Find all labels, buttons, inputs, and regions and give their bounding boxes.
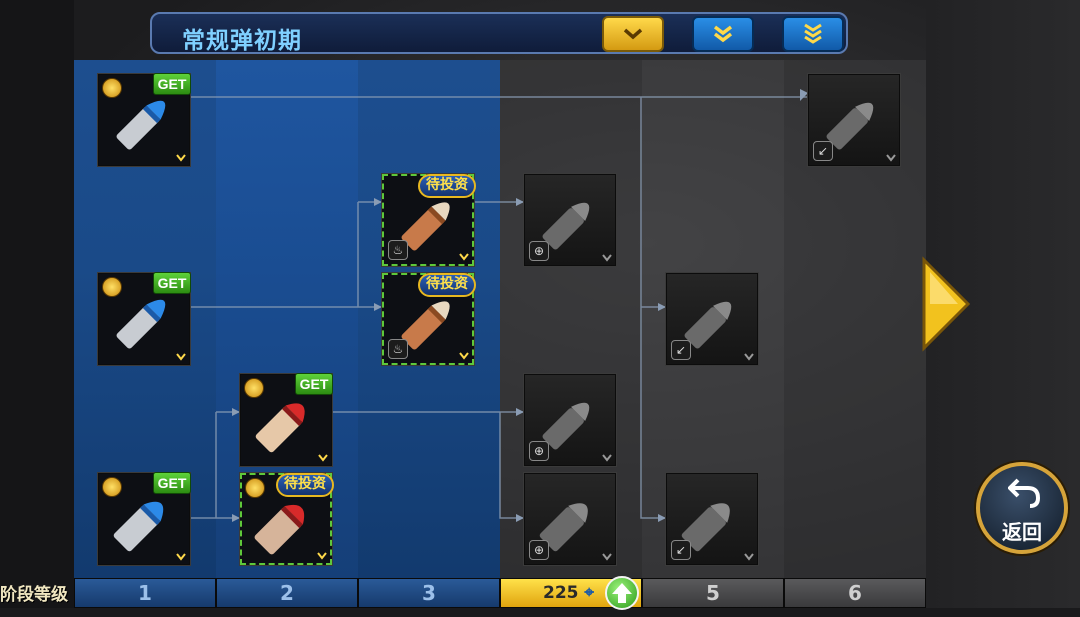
ricochet-icon: ↙ <box>671 340 691 360</box>
shell-node-3b[interactable]: 待投资 ♨ <box>382 273 476 365</box>
chevron-down-icon <box>602 553 612 561</box>
chevron-down-icon <box>886 154 896 162</box>
currency-icon: ⌖ <box>584 583 594 603</box>
shell-node-3a[interactable]: 待投资 ♨ <box>382 174 476 266</box>
chevron-down-icon <box>744 353 754 361</box>
tier-1-button[interactable] <box>602 16 664 52</box>
chevron-double-icon <box>713 25 733 43</box>
tier-3-button[interactable] <box>782 16 844 52</box>
get-badge: GET <box>153 272 191 294</box>
background-left <box>0 0 74 608</box>
next-page-arrow-icon[interactable] <box>920 256 972 352</box>
back-button-label: 返回 <box>1002 520 1042 544</box>
shell-node-1c[interactable]: GET <box>98 472 191 565</box>
stage-tab-4-upgrade[interactable]: 225 ⌖ <box>500 576 642 610</box>
header-bar: 常规弹初期 <box>150 12 848 54</box>
crosshair-icon: ⊕ <box>529 241 549 261</box>
stage-tab-5[interactable]: 5 <box>642 578 784 608</box>
crosshair-icon: ⊕ <box>529 441 549 461</box>
chevron-down-icon <box>459 352 469 360</box>
shell-node-2a[interactable]: GET <box>240 373 333 466</box>
return-arrow-icon <box>1008 478 1040 508</box>
shell-node-5a[interactable]: ↙ <box>666 273 758 365</box>
stage-tab-6[interactable]: 6 <box>784 578 926 608</box>
shell-node-1b[interactable]: GET <box>98 272 191 365</box>
stage-tab-2[interactable]: 2 <box>216 578 358 608</box>
rank-icon <box>244 378 264 398</box>
rank-icon <box>102 277 122 297</box>
pending-investment-badge: 待投资 <box>418 273 476 297</box>
chevron-triple-icon <box>804 23 822 44</box>
crosshair-icon: ⊕ <box>529 540 549 560</box>
upgrade-cost: 225 <box>543 583 579 603</box>
shell-node-4a[interactable]: ⊕ <box>524 174 616 266</box>
chevron-down-icon <box>744 553 754 561</box>
pending-investment-badge: 待投资 <box>276 473 334 497</box>
get-badge: GET <box>153 73 191 95</box>
chevron-down-icon <box>176 154 186 162</box>
shell-node-4c[interactable]: ⊕ <box>524 473 616 565</box>
chevron-down-icon <box>317 552 327 560</box>
fire-icon: ♨ <box>388 339 408 359</box>
chevron-down-icon <box>176 353 186 361</box>
stage-tab-3[interactable]: 3 <box>358 578 500 608</box>
stage-tab-1[interactable]: 1 <box>74 578 216 608</box>
chevron-down-icon <box>459 253 469 261</box>
chevron-single-icon <box>623 28 643 40</box>
ricochet-icon: ↙ <box>671 540 691 560</box>
ricochet-icon: ↙ <box>813 141 833 161</box>
rank-icon <box>102 78 122 98</box>
shell-node-2b[interactable]: 待投资 <box>240 473 334 565</box>
tier-2-button[interactable] <box>692 16 754 52</box>
shell-node-4b[interactable]: ⊕ <box>524 374 616 466</box>
shell-node-1a[interactable]: GET <box>98 73 191 166</box>
chevron-down-icon <box>602 254 612 262</box>
stage-level-bar: 阶段等级 1 2 3 225 ⌖ 5 6 <box>0 576 1080 610</box>
shell-node-5b[interactable]: ↙ <box>666 473 758 565</box>
chevron-down-icon <box>176 553 186 561</box>
pending-investment-badge: 待投资 <box>418 174 476 198</box>
shell-node-6a[interactable]: ↙ <box>808 74 900 166</box>
chevron-down-icon <box>602 454 612 462</box>
chevron-down-icon <box>318 454 328 462</box>
page-title: 常规弹初期 <box>182 28 302 54</box>
fire-icon: ♨ <box>388 240 408 260</box>
rank-icon <box>245 478 265 498</box>
get-badge: GET <box>153 472 191 494</box>
rank-icon <box>102 477 122 497</box>
upgrade-arrow-icon[interactable] <box>605 576 639 610</box>
back-button[interactable]: 返回 <box>976 462 1068 554</box>
get-badge: GET <box>295 373 333 395</box>
